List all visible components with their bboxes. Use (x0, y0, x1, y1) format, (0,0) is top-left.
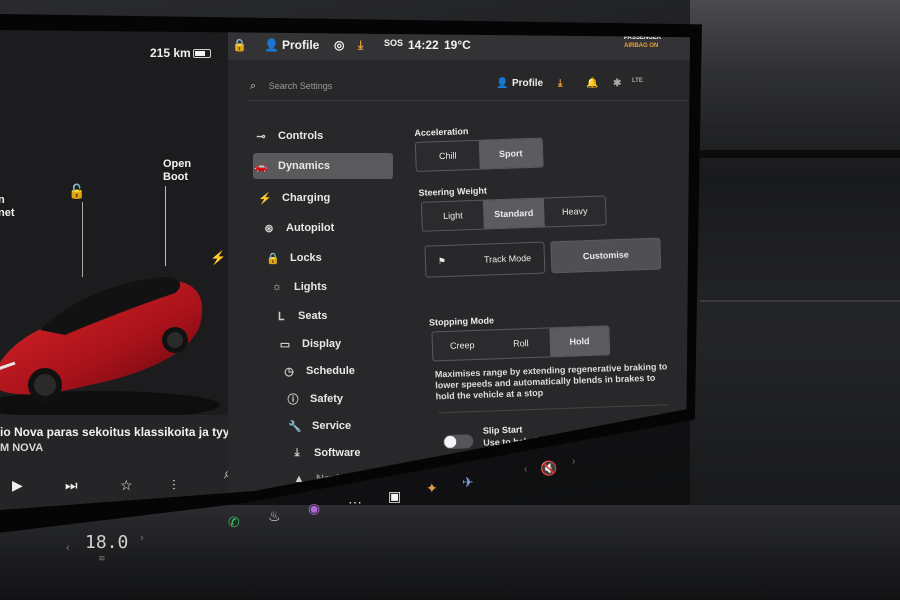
arcade-icon[interactable]: ✦ (426, 480, 438, 497)
range-readout: 215 km (150, 46, 191, 60)
temp-down-icon[interactable]: ‹ (66, 542, 70, 554)
dashboard-seam (700, 300, 900, 302)
seat-icon: ᒪ (277, 310, 285, 323)
download-icon[interactable]: ⤓ (358, 38, 363, 53)
favorite-star-icon[interactable]: ☆ (120, 477, 133, 494)
lte-signal-icon: LTE (632, 78, 643, 84)
header-divider (248, 100, 688, 101)
sun-icon: ☼ (271, 281, 283, 293)
menu-item-display[interactable]: ▭ Display (277, 331, 422, 357)
stopping-mode-heading: Stopping Mode (428, 315, 495, 328)
bolt-icon: ⚡ (258, 192, 272, 205)
lock-icon: 🔒 (266, 252, 280, 265)
customise-button[interactable]: Customise (550, 237, 662, 274)
bluetooth-icon[interactable]: ✱ (613, 78, 621, 89)
more-apps-icon[interactable]: ⋯ (348, 494, 362, 511)
acceleration-chill[interactable]: Chill (416, 141, 480, 171)
car-model-image (0, 277, 220, 419)
steering-weight-selector: Light Standard Heavy (420, 195, 607, 232)
air-vent (700, 150, 900, 158)
unlock-icon[interactable]: 🔓 (68, 183, 85, 200)
lock-icon[interactable]: 🔒 (232, 38, 247, 52)
car-panel: 215 km n net 🔓 Open Boot ⚡ io Nova paras… (0, 30, 259, 510)
profile-icon[interactable]: 👤 (264, 38, 279, 52)
track-mode-button[interactable]: ⚑ Track Mode (424, 241, 546, 278)
menu-item-autopilot[interactable]: ⊛ Autopilot (261, 215, 406, 241)
menu-item-schedule[interactable]: ◷ Schedule (281, 358, 426, 384)
acceleration-selector: Chill Sport (414, 137, 544, 172)
battery-icon (193, 49, 211, 58)
sentry-icon[interactable]: ◎ (334, 38, 344, 52)
temp-up-icon[interactable]: › (140, 532, 144, 544)
clock-icon: ◷ (284, 365, 294, 378)
next-track-icon[interactable]: ⏭ (65, 477, 78, 494)
play-icon[interactable]: ▶ (12, 477, 23, 494)
dashboard-lower (0, 505, 900, 600)
toggle-icon: ⊸ (256, 130, 266, 143)
media-station-name: M NOVA (0, 442, 44, 454)
menu-item-safety[interactable]: ⓘ Safety (285, 386, 430, 412)
clock-readout: 14:22 (408, 38, 439, 52)
section-divider (438, 404, 669, 414)
steering-standard[interactable]: Standard (482, 198, 545, 229)
seat-heater-icon[interactable]: ≋ (98, 553, 106, 564)
info-icon: ⓘ (287, 394, 299, 406)
sos-button[interactable]: SOS (384, 38, 403, 48)
volume-mute-icon[interactable]: 🔇 (540, 460, 557, 477)
profile-icon[interactable]: 👤 (496, 78, 508, 89)
download-icon[interactable]: ⤓ (558, 78, 562, 89)
app-dock: ✆ ♨ ◉ ⋯ ▣ ✦ ✈ 🔇 ‹ › (228, 430, 628, 530)
stopping-hold[interactable]: Hold (549, 326, 610, 357)
profile-button[interactable]: Profile (512, 78, 543, 89)
volume-up-icon[interactable]: › (572, 456, 575, 467)
volume-down-icon[interactable]: ‹ (524, 464, 527, 475)
car-icon: 🚗 (254, 160, 268, 173)
climate-icon[interactable]: ♨ (268, 508, 281, 525)
menu-item-seats[interactable]: ᒪ Seats (273, 303, 418, 329)
menu-item-controls[interactable]: ⊸ Controls (253, 123, 398, 149)
search-settings-input[interactable]: ⌕ Search Settings (250, 80, 332, 93)
search-placeholder: Search Settings (268, 81, 333, 91)
steering-wheel-icon: ⊛ (264, 222, 274, 235)
search-icon: ⌕ (250, 80, 257, 92)
menu-item-lights[interactable]: ☼ Lights (269, 274, 414, 300)
equalizer-icon[interactable]: ⫶ (172, 477, 176, 494)
stopping-creep[interactable]: Creep (432, 330, 492, 360)
checkered-flag-icon: ⚑ (437, 255, 447, 266)
calendar-icon[interactable]: ▣ (388, 488, 401, 505)
steering-weight-heading: Steering Weight (418, 185, 488, 198)
steering-heavy[interactable]: Heavy (544, 196, 606, 226)
open-boot-button[interactable]: Open Boot (163, 158, 191, 184)
acceleration-sport[interactable]: Sport (478, 138, 543, 169)
camera-icon[interactable]: ◉ (308, 500, 320, 517)
media-station-title: io Nova paras sekoitus klassikoita ja ty… (0, 425, 260, 439)
outside-temperature: 19°C (444, 38, 471, 52)
menu-item-locks[interactable]: 🔒 Locks (265, 245, 410, 271)
stopping-roll[interactable]: Roll (491, 328, 551, 358)
cabin-temperature[interactable]: 18.0 (85, 532, 128, 553)
stopping-mode-description: Maximises range by extending regenerativ… (434, 361, 668, 402)
stopping-mode-selector: Creep Roll Hold (431, 325, 611, 362)
display-icon: ▭ (279, 338, 291, 351)
bell-icon[interactable]: 🔔 (586, 78, 598, 89)
acceleration-heading: Acceleration (414, 126, 469, 138)
navigation-app-icon[interactable]: ✈ (462, 474, 474, 491)
menu-item-dynamics[interactable]: 🚗 Dynamics (253, 153, 393, 179)
menu-item-charging[interactable]: ⚡ Charging (257, 185, 402, 211)
steering-light[interactable]: Light (422, 201, 484, 231)
open-frunk-label[interactable]: n net (0, 194, 15, 220)
phone-icon[interactable]: ✆ (228, 514, 240, 531)
profile-label[interactable]: Profile (282, 38, 319, 52)
